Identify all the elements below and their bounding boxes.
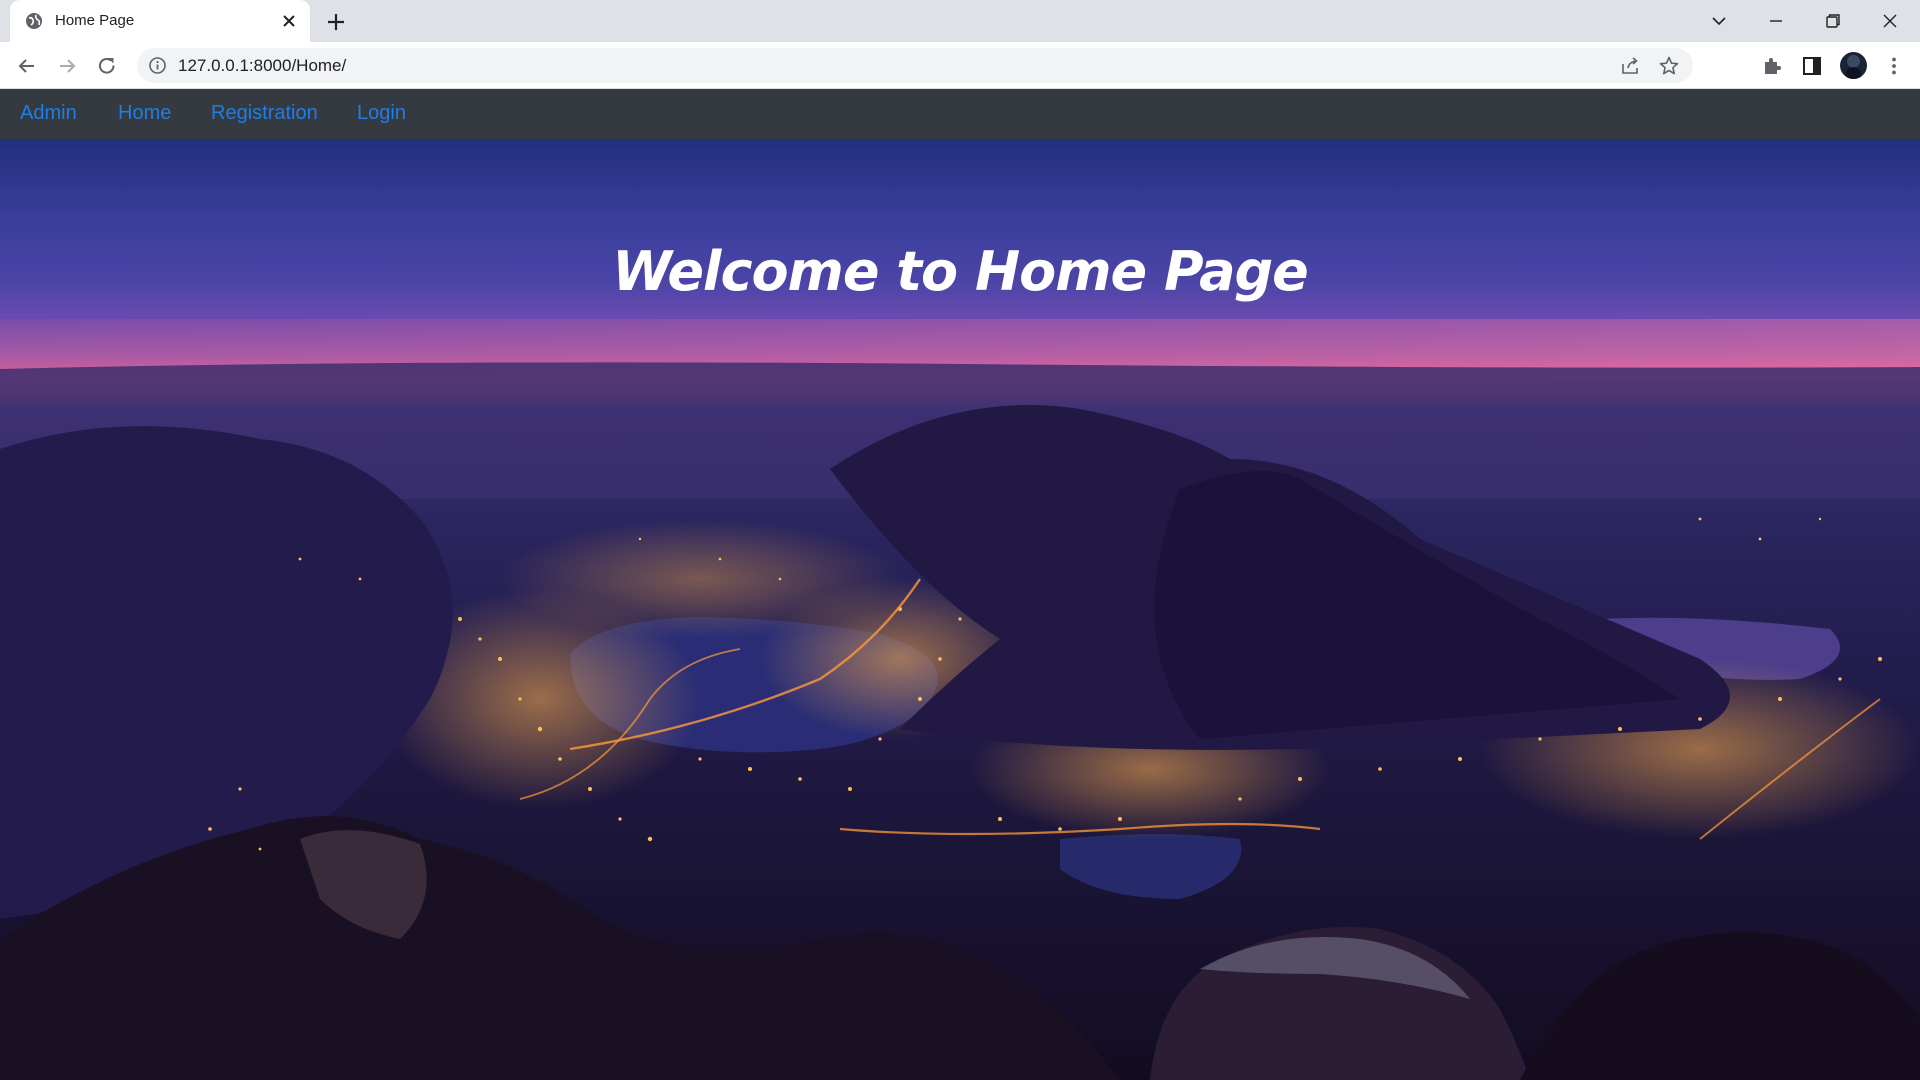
- avatar[interactable]: [1840, 52, 1867, 79]
- star-icon[interactable]: [1658, 55, 1680, 77]
- close-icon[interactable]: [280, 12, 298, 30]
- tab-strip: Home Page: [0, 0, 1920, 42]
- url-text[interactable]: 127.0.0.1:8000/Home/: [178, 56, 346, 76]
- reload-icon[interactable]: [94, 53, 120, 79]
- tab-title: Home Page: [55, 12, 135, 29]
- close-window-icon[interactable]: [1877, 8, 1903, 34]
- chevron-down-icon[interactable]: [1706, 8, 1732, 34]
- page-title: Welcome to Home Page: [612, 240, 1309, 304]
- browser-toolbar: 127.0.0.1:8000/Home/: [0, 42, 1920, 89]
- arrow-left-icon[interactable]: [14, 53, 40, 79]
- minimize-icon[interactable]: [1763, 8, 1789, 34]
- side-panel-icon[interactable]: [1800, 54, 1824, 78]
- info-icon[interactable]: [148, 56, 167, 75]
- restore-icon[interactable]: [1820, 8, 1846, 34]
- address-bar[interactable]: 127.0.0.1:8000/Home/: [137, 48, 1693, 83]
- navbar: Admin Home Registration Login: [0, 89, 1920, 139]
- kebab-menu-icon[interactable]: [1882, 54, 1906, 78]
- share-icon[interactable]: [1619, 55, 1641, 77]
- puzzle-icon[interactable]: [1760, 54, 1784, 78]
- nav-link-registration[interactable]: Registration: [211, 102, 318, 125]
- page-content: Admin Home Registration Login Welcome to…: [0, 89, 1920, 1080]
- nav-link-login[interactable]: Login: [357, 102, 406, 125]
- plus-icon[interactable]: [325, 11, 347, 33]
- browser-tab[interactable]: Home Page: [10, 0, 310, 42]
- hero-background-image: Welcome to Home Page: [0, 139, 1920, 1080]
- nav-link-home[interactable]: Home: [118, 102, 171, 125]
- nav-link-admin[interactable]: Admin: [20, 102, 77, 125]
- arrow-right-icon[interactable]: [54, 53, 80, 79]
- globe-icon: [26, 13, 42, 29]
